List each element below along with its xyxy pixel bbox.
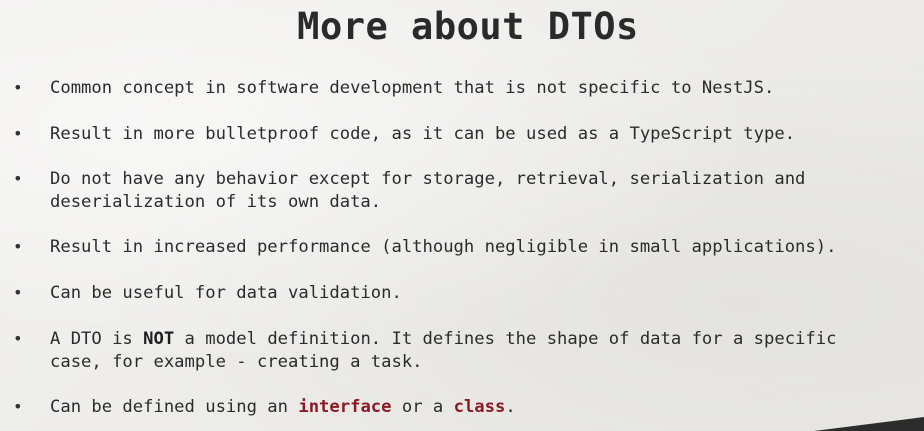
emphasis-not: NOT — [143, 329, 175, 349]
bullet-dot-icon: • — [13, 78, 23, 97]
slide: More about DTOs • Common concept in soft… — [0, 0, 924, 431]
bullet-dot-icon: • — [13, 283, 23, 302]
bullet-text: Result in increased performance (althoug… — [50, 237, 837, 257]
keyword-interface: interface — [298, 397, 392, 417]
bullet-text: Can be defined using an interface or a c… — [50, 397, 516, 417]
bullet-text: Result in more bulletproof code, as it c… — [50, 124, 796, 144]
bullet-text: Can be useful for data validation. — [50, 283, 402, 303]
bullet-dot-icon: • — [13, 169, 23, 188]
bullet-dot-icon: • — [13, 237, 23, 256]
bullet-dot-icon: • — [13, 124, 23, 143]
keyword-class: class — [453, 397, 506, 417]
corner-decoration — [814, 417, 924, 431]
bullet-text: Common concept in software development t… — [50, 78, 775, 98]
bullet-dot-icon: • — [13, 397, 23, 416]
bullet-text: Do not have any behavior except for stor… — [50, 169, 806, 212]
bullet-text: A DTO is NOT a model definition. It defi… — [50, 329, 837, 372]
bullet-dot-icon: • — [13, 329, 23, 348]
slide-title: More about DTOs — [297, 5, 639, 48]
